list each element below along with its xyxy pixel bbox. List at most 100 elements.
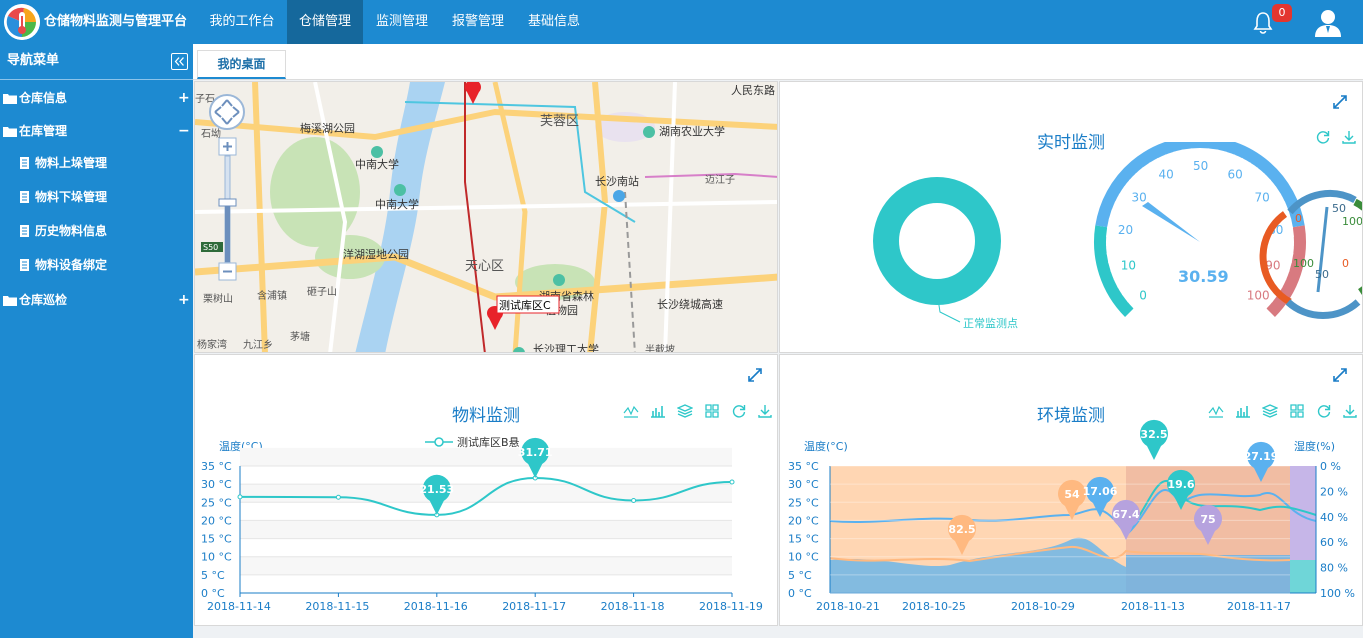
marker-label: 21.53 (419, 483, 454, 496)
y-tick-label: 5 °C (201, 569, 225, 582)
y2-tick-label: 80 % (1320, 562, 1348, 575)
data-point[interactable] (335, 494, 341, 500)
y-tick-label: 10 °C (201, 551, 232, 564)
donut-legend-label: 正常监测点 (963, 317, 1018, 330)
sidebar-group-warehouse-info[interactable]: 仓库信息 + (0, 84, 193, 112)
map-label: 茅塘 (290, 330, 310, 343)
donut-normal-points[interactable] (873, 177, 1001, 305)
material-monitor-panel: 物料监测 温度(°C) 测试库区B悬 0 °C 5 °C 10 °C 15 °C 20 … (194, 354, 778, 626)
gauge-needle (1142, 202, 1200, 242)
y-axis-label-left: 温度(°C) (804, 439, 848, 453)
realtime-monitor-panel: 实时监测 正常监测点 0 10 20 30 40 50 60 70 80 90 100 30.59 … (779, 81, 1363, 353)
value-marker[interactable]: 31.71 (518, 437, 553, 478)
sidebar-group-label: 仓库信息 (19, 91, 68, 105)
sidebar-group-warehouse-inspection[interactable]: 仓库巡检 + (0, 286, 193, 314)
map-label: 栗树山 (203, 292, 233, 305)
value-marker[interactable]: 21.53 (419, 474, 454, 515)
nav-my-workbench[interactable]: 我的工作台 (200, 0, 284, 44)
y-tick-label: 15 °C (201, 533, 232, 546)
map-panel[interactable]: 人民东路 芙蓉区 湖南农业大学 梅溪湖公园 中南大学 长沙南站 中南大学 洋湖湿… (194, 81, 778, 353)
y2-tick-label: 100 % (1320, 587, 1355, 600)
sidebar-group-label: 仓库巡检 (19, 293, 68, 307)
zoom-slider-handle[interactable] (218, 198, 237, 207)
map-canvas[interactable]: 人民东路 芙蓉区 湖南农业大学 梅溪湖公园 中南大学 长沙南站 中南大学 洋湖湿… (195, 82, 778, 353)
expand-icon[interactable]: + (178, 84, 190, 112)
folder-icon (3, 94, 17, 104)
gauge-tick: 50 (1193, 159, 1208, 173)
map-label: 半截坡 (645, 343, 675, 353)
y-tick-label: 25 °C (788, 496, 819, 509)
tab-bar: 我的桌面 (193, 44, 1363, 80)
sidebar-item-label: 物料上垛管理 (35, 156, 108, 170)
document-list-icon (20, 259, 29, 271)
gauge-tick: 50 (1332, 202, 1346, 215)
value-marker[interactable]: 32.5 (1140, 419, 1168, 460)
collapse-icon[interactable]: − (178, 117, 190, 145)
gauge-tick: 50 (1315, 268, 1329, 281)
app-title: 仓储物料监测与管理平台 (44, 14, 188, 29)
sidebar-item-label: 历史物料信息 (35, 224, 108, 238)
y-tick-label: 25 °C (201, 496, 232, 509)
nav-alarm-management[interactable]: 报警管理 (442, 0, 514, 44)
gauge-tick: 10 (1121, 258, 1136, 272)
sidebar-group-label: 在库管理 (19, 124, 68, 138)
tab-my-desktop[interactable]: 我的桌面 (197, 50, 286, 79)
sidebar-item-material-unstacking[interactable]: 物料下垛管理 (0, 183, 193, 211)
sidebar-item-material-stacking[interactable]: 物料上垛管理 (0, 149, 193, 177)
map-pan-control[interactable] (209, 94, 245, 130)
gauge-tick: 30 (1132, 190, 1147, 204)
sidebar-group-in-stock-management[interactable]: 在库管理 − (0, 117, 193, 145)
sidebar-item-device-binding[interactable]: 物料设备绑定 (0, 251, 193, 279)
x-tick-label: 2018-11-13 (1121, 600, 1185, 613)
nav-monitoring-management[interactable]: 监测管理 (366, 0, 438, 44)
data-point[interactable] (631, 497, 637, 503)
chart-legend[interactable]: 测试库区B悬 (425, 436, 520, 449)
expand-icon[interactable]: + (178, 286, 190, 314)
marker-label: 82.5 (948, 523, 975, 536)
map-label: 中南大学 (375, 197, 419, 211)
x-tick-label: 2018-11-14 (207, 600, 271, 613)
y-tick-label: 35 °C (788, 460, 819, 473)
app-logo (4, 4, 40, 40)
nav-basic-info[interactable]: 基础信息 (518, 0, 590, 44)
gauge-value: 30.59 (1178, 267, 1229, 286)
gauge-tick: 20 (1118, 223, 1133, 237)
x-tick-label: 2018-11-16 (404, 600, 468, 613)
document-list-icon (20, 157, 29, 169)
map-label: 石坳 (201, 127, 221, 140)
map-label: 砸子山 (307, 286, 337, 298)
map-label: 梅溪湖公园 (300, 121, 355, 135)
map-label: 人民东路 (731, 84, 775, 97)
y-tick-label: 5 °C (788, 569, 812, 582)
x-tick-label: 2018-11-17 (502, 600, 566, 613)
folder-icon (3, 296, 17, 306)
sidebar-item-history-material[interactable]: 历史物料信息 (0, 217, 193, 245)
map-label: 长沙南站 (595, 174, 639, 188)
collapse-sidebar-button[interactable] (171, 53, 188, 70)
gauge-tick: 60 (1228, 167, 1243, 181)
environment-monitor-panel: 环境监测 温度(°C) 湿度(%) 0 °C 5 °C 10 °C 15 °C 20 °… (779, 354, 1363, 626)
marker-label: 27.19 (1244, 450, 1279, 463)
map-label: 杨家湾 (197, 338, 227, 351)
material-temperature-chart: 温度(°C) 测试库区B悬 0 °C5 °C10 °C15 °C20 °C25 … (201, 436, 763, 613)
gauge-tick: 0 (1342, 257, 1349, 270)
fullscreen-icon[interactable] (1332, 94, 1348, 110)
y-tick-label: 35 °C (201, 460, 232, 473)
realtime-chart: 正常监测点 0102030405060708090100 30.59 50 0 … (873, 142, 1362, 330)
nav-warehouse-management[interactable]: 仓储管理 (287, 0, 363, 44)
marker-label: 67.4 (1112, 508, 1139, 521)
y-tick-label: 30 °C (201, 478, 232, 491)
highway-badge: S50 (203, 243, 218, 252)
data-point[interactable] (237, 494, 243, 500)
y-tick-label: 0 °C (201, 587, 225, 600)
bell-icon[interactable] (1252, 10, 1274, 34)
map-label: 含浦镇 (257, 289, 287, 302)
x-tick-label: 2018-10-21 (816, 600, 880, 613)
y-tick-label: 30 °C (788, 478, 819, 491)
sidebar-item-label: 物料下垛管理 (35, 190, 108, 204)
y2-tick-label: 60 % (1320, 536, 1348, 549)
marker-label: 31.71 (518, 446, 553, 459)
data-point[interactable] (729, 479, 735, 485)
user-avatar-icon[interactable] (1312, 6, 1344, 38)
map-label: 洋湖湿地公园 (343, 247, 409, 261)
